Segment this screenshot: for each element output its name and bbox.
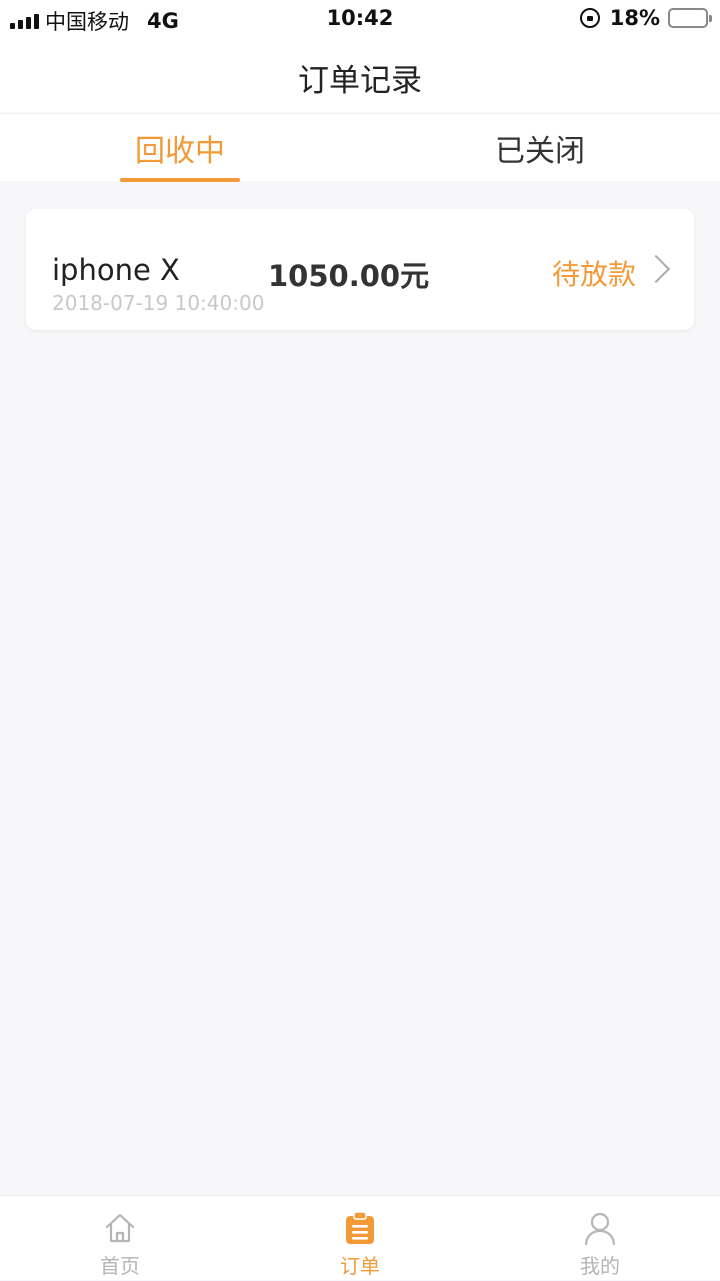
tab-label: 回收中 [135, 134, 225, 169]
home-icon [105, 1213, 135, 1243]
tabbar-profile[interactable]: 我的 [480, 1196, 720, 1281]
order-status: 待放款 [551, 258, 636, 291]
status-bar: 中国移动 4G 10:42 18% [0, 0, 720, 36]
order-tabs: 回收中 已关闭 [0, 113, 720, 182]
tabbar-label: 我的 [580, 1254, 620, 1278]
order-price: 1050.00元 [268, 259, 430, 293]
status-right: 18% [579, 6, 712, 30]
orientation-lock-icon [579, 8, 600, 28]
page-title: 订单记录 [298, 63, 422, 99]
tabbar-orders[interactable]: 订单 [240, 1196, 480, 1281]
tab-recycling[interactable]: 回收中 [0, 114, 360, 182]
nav-bar: 订单记录 [0, 36, 720, 112]
battery-percent: 18% [609, 6, 660, 30]
tabbar-home[interactable]: 首页 [0, 1196, 240, 1281]
battery-icon [668, 8, 712, 28]
chevron-right-icon [641, 254, 671, 284]
user-icon [584, 1212, 616, 1246]
active-tab-indicator [120, 178, 240, 182]
product-name: iphone X [52, 253, 180, 287]
order-clipboard-icon [346, 1211, 374, 1244]
tab-closed[interactable]: 已关闭 [360, 114, 720, 182]
order-card[interactable]: iphone X 1050.00元 2018-07-19 10:40:00 待放… [26, 209, 694, 330]
tab-label: 已关闭 [495, 134, 585, 169]
tabbar-label: 订单 [340, 1254, 380, 1278]
order-time: 2018-07-19 10:40:00 [52, 291, 265, 315]
tabbar-label: 首页 [100, 1254, 140, 1278]
bottom-tab-bar: 首页 订单 我的 [0, 1195, 720, 1280]
